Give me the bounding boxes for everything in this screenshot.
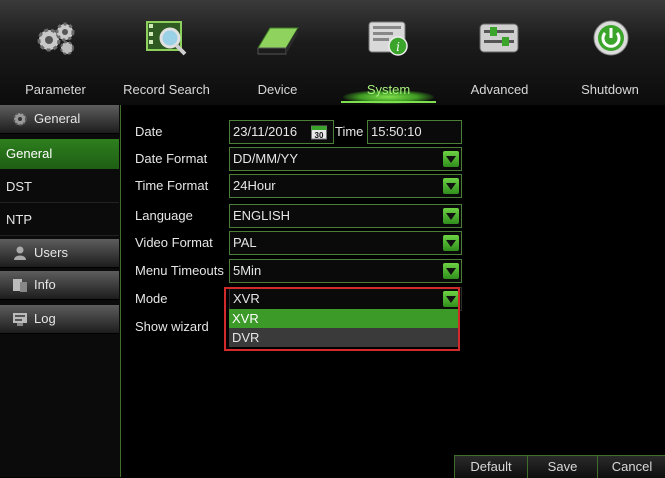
- tab-label: Shutdown: [581, 82, 639, 97]
- default-button[interactable]: Default: [454, 455, 527, 478]
- svg-text:i: i: [396, 40, 400, 54]
- sidebar-header-label: Users: [34, 245, 68, 260]
- dropdown-value: ENGLISH: [233, 208, 291, 223]
- sidebar-header-info[interactable]: Info: [0, 271, 119, 300]
- dropdown-value: DD/MM/YY: [233, 151, 298, 166]
- video-format-row: Video Format PAL: [121, 231, 665, 255]
- video-format-label: Video Format: [135, 235, 213, 250]
- sidebar-item-general[interactable]: General: [0, 139, 119, 169]
- time-format-label: Time Format: [135, 178, 209, 193]
- chevron-down-icon[interactable]: [443, 151, 459, 167]
- gears-icon: [37, 22, 75, 55]
- sidebar-item-label: DST: [6, 179, 32, 194]
- tab-record-search[interactable]: Record Search: [111, 0, 222, 105]
- hdd-icon: [257, 27, 299, 55]
- tab-label: Parameter: [25, 82, 86, 97]
- dropdown-value: 5Min: [233, 263, 262, 278]
- svg-text:30: 30: [315, 131, 324, 140]
- sidebar-item-ntp[interactable]: NTP: [0, 205, 119, 236]
- log-icon: [13, 313, 27, 326]
- date-label: Date: [135, 124, 163, 139]
- sidebar-header-general[interactable]: General: [0, 105, 119, 134]
- dropdown-value: PAL: [233, 235, 257, 250]
- tab-advanced[interactable]: Advanced: [444, 0, 555, 105]
- cancel-button[interactable]: Cancel: [597, 455, 665, 478]
- sidebar-header-label: Info: [34, 277, 56, 292]
- date-format-row: Date Format DD/MM/YY: [121, 147, 665, 171]
- menu-timeouts-dropdown[interactable]: 5Min: [229, 259, 462, 283]
- chevron-down-icon[interactable]: [443, 263, 459, 279]
- sidebar-item-label: General: [6, 146, 53, 161]
- sidebar-header-label: Log: [34, 311, 56, 326]
- sidebar-item-label: NTP: [6, 212, 32, 227]
- sidebar-header-label: General: [34, 111, 81, 126]
- top-menu-bar: Parameter Record Search Device i System: [0, 0, 665, 106]
- time-label: Time: [335, 124, 364, 139]
- active-tab-underline: [341, 101, 436, 103]
- language-label: Language: [135, 208, 193, 223]
- film-search-icon: [146, 21, 187, 56]
- menu-timeouts-label: Menu Timeouts: [135, 263, 224, 278]
- user-icon: [14, 246, 26, 260]
- sidebar-item-dst[interactable]: DST: [0, 172, 119, 203]
- tab-parameter[interactable]: Parameter: [0, 0, 111, 105]
- tab-label: System: [366, 82, 411, 97]
- dropdown-value: 24Hour: [233, 178, 276, 193]
- date-value: 23/11/2016: [233, 124, 298, 139]
- power-icon: [593, 20, 629, 56]
- time-format-dropdown[interactable]: 24Hour: [229, 174, 462, 198]
- tab-device[interactable]: Device: [222, 0, 333, 105]
- language-row: Language ENGLISH: [121, 204, 665, 228]
- date-format-label: Date Format: [135, 151, 208, 166]
- date-format-dropdown[interactable]: DD/MM/YY: [229, 147, 462, 171]
- system-info-icon: i: [368, 21, 408, 56]
- tab-label: Record Search: [123, 82, 210, 97]
- gear-icon: [13, 112, 27, 126]
- language-dropdown[interactable]: ENGLISH: [229, 204, 462, 228]
- tab-label: Advanced: [470, 82, 529, 97]
- video-format-dropdown[interactable]: PAL: [229, 231, 462, 255]
- highlight-box: [224, 287, 460, 351]
- sidebar-header-users[interactable]: Users: [0, 239, 119, 268]
- info-icon: [13, 279, 27, 292]
- menu-timeouts-row: Menu Timeouts 5Min: [121, 259, 665, 283]
- mode-label: Mode: [135, 291, 168, 306]
- chevron-down-icon[interactable]: [443, 235, 459, 251]
- tab-shutdown[interactable]: Shutdown: [555, 0, 665, 105]
- sidebar: General General DST NTP Users Info Log: [0, 105, 121, 477]
- chevron-down-icon[interactable]: [443, 208, 459, 224]
- advanced-icon: [479, 23, 519, 53]
- time-value: 15:50:10: [371, 124, 422, 139]
- show-wizard-label: Show wizard: [135, 319, 209, 334]
- time-field[interactable]: 15:50:10: [367, 120, 462, 144]
- tab-system[interactable]: i System: [333, 0, 444, 105]
- save-button[interactable]: Save: [527, 455, 597, 478]
- sidebar-header-log[interactable]: Log: [0, 305, 119, 334]
- tab-label: Device: [257, 82, 298, 97]
- chevron-down-icon[interactable]: [443, 178, 459, 194]
- calendar-icon[interactable]: 30: [311, 124, 327, 140]
- date-row: Date 23/11/2016 30 Time 15:50:10: [121, 120, 665, 144]
- time-format-row: Time Format 24Hour: [121, 174, 665, 198]
